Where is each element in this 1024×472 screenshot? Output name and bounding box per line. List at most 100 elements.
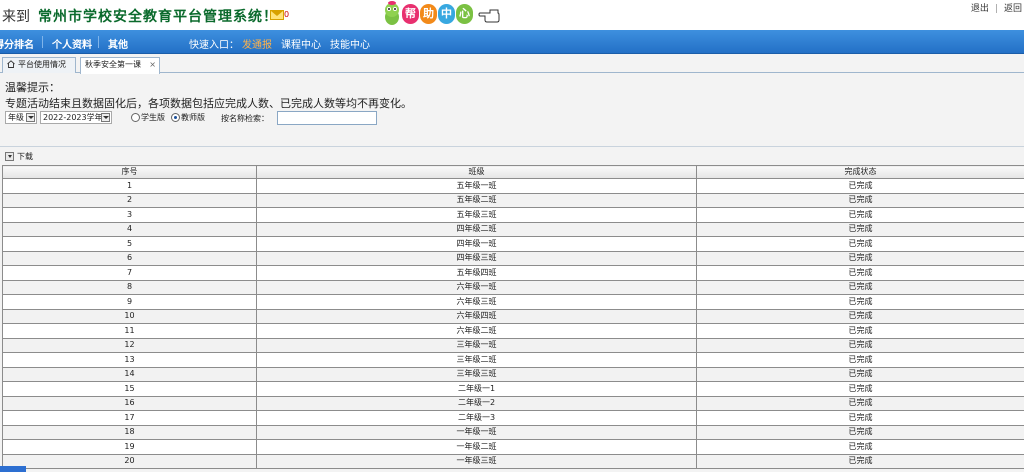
cell-status: 已完成 — [696, 265, 1024, 281]
tip-text: 专题活动结束且数据固化后，各项数据包括应完成人数、已完成人数等均不再变化。 — [5, 97, 412, 110]
grade-select[interactable]: 年级 — [5, 111, 37, 124]
cell-index: 8 — [2, 279, 257, 295]
nav-other[interactable]: 其他 — [108, 36, 128, 51]
cell-class: 五年级二班 — [256, 192, 697, 208]
cell-status: 已完成 — [696, 439, 1024, 455]
cell-index: 20 — [2, 453, 257, 469]
table-row[interactable]: 10 六年级四班 已完成 — [2, 308, 1024, 324]
table-row[interactable]: 16 二年级一2 已完成 — [2, 395, 1024, 411]
class-completion-table: 序号 班级 完成状态 1 五年级一班 已完成 2 五年级二班 已完成 3 五年级三班 已完成 4 四… — [2, 165, 1024, 469]
radio-teacher-version[interactable]: 教师版 — [171, 112, 205, 123]
pointing-hand-icon — [478, 9, 500, 23]
cell-status: 已完成 — [696, 308, 1024, 324]
radio-label: 教师版 — [181, 113, 205, 122]
cell-index: 4 — [2, 221, 257, 237]
cell-index: 3 — [2, 207, 257, 223]
taskbar-corner — [0, 466, 26, 472]
cell-status: 已完成 — [696, 294, 1024, 310]
tab-platform-usage[interactable]: 平台使用情况 — [2, 57, 76, 73]
name-search-input[interactable] — [277, 111, 377, 125]
system-name: 常州市学校安全教育平台管理系统！ — [38, 9, 278, 25]
quick-entry-label: 快速入口： — [189, 40, 239, 51]
cell-status: 已完成 — [696, 352, 1024, 368]
cell-status: 已完成 — [696, 236, 1024, 252]
help-center-button[interactable]: 帮 助 中 心 — [402, 4, 473, 26]
cell-status: 已完成 — [696, 178, 1024, 194]
table-row[interactable]: 6 四年级三班 已完成 — [2, 250, 1024, 266]
cell-class: 一年级一班 — [256, 424, 697, 440]
table-row[interactable]: 11 六年级二班 已完成 — [2, 323, 1024, 339]
column-header-class[interactable]: 班级 — [256, 165, 697, 179]
cell-class: 一年级二班 — [256, 439, 697, 455]
cell-index: 1 — [2, 178, 257, 194]
table-row[interactable]: 13 三年级二班 已完成 — [2, 352, 1024, 368]
cell-status: 已完成 — [696, 250, 1024, 266]
table-row[interactable]: 12 三年级一班 已完成 — [2, 337, 1024, 353]
cell-class: 五年级三班 — [256, 207, 697, 223]
table-row[interactable]: 14 三年级三班 已完成 — [2, 366, 1024, 382]
download-button[interactable]: 下载 — [5, 151, 33, 162]
cell-index: 6 — [2, 250, 257, 266]
download-icon — [5, 152, 14, 161]
table-row[interactable]: 1 五年级一班 已完成 — [2, 178, 1024, 194]
table-row[interactable]: 3 五年级三班 已完成 — [2, 207, 1024, 223]
year-select[interactable]: 2022-2023学年 — [40, 111, 112, 124]
mail-icon[interactable] — [270, 10, 284, 20]
radio-label: 学生版 — [141, 113, 165, 122]
cell-class: 三年级三班 — [256, 366, 697, 382]
quick-link-course-center[interactable]: 课程中心 — [281, 40, 321, 51]
nav-score-ranking[interactable]: 得分排名 — [0, 36, 34, 51]
quick-link-notice[interactable]: 发通报 — [242, 40, 272, 51]
main-nav: 得分排名 个人资料 其他 快速入口：发通报课程中心技能中心 — [0, 30, 1024, 54]
cell-status: 已完成 — [696, 453, 1024, 469]
table-row[interactable]: 20 一年级三班 已完成 — [2, 453, 1024, 469]
help-char: 助 — [420, 4, 437, 24]
cell-index: 17 — [2, 410, 257, 426]
cell-index: 7 — [2, 265, 257, 281]
chevron-down-icon[interactable] — [26, 113, 35, 122]
cell-class: 二年级一1 — [256, 381, 697, 397]
cell-status: 已完成 — [696, 337, 1024, 353]
cell-status: 已完成 — [696, 424, 1024, 440]
cell-class: 二年级一2 — [256, 395, 697, 411]
panel-divider — [0, 146, 1024, 147]
cell-index: 2 — [2, 192, 257, 208]
table-row[interactable]: 17 二年级一3 已完成 — [2, 410, 1024, 426]
tip-title: 温馨提示： — [5, 81, 60, 94]
table-row[interactable]: 8 六年级一班 已完成 — [2, 279, 1024, 295]
table-row[interactable]: 7 五年级四班 已完成 — [2, 265, 1024, 281]
cell-status: 已完成 — [696, 279, 1024, 295]
radio-student-version[interactable]: 学生版 — [131, 112, 165, 123]
cell-class: 四年级三班 — [256, 250, 697, 266]
chevron-down-icon[interactable] — [101, 113, 110, 122]
table-row[interactable]: 19 一年级二班 已完成 — [2, 439, 1024, 455]
cell-index: 13 — [2, 352, 257, 368]
cell-class: 四年级一班 — [256, 236, 697, 252]
help-char: 中 — [438, 4, 455, 24]
table-row[interactable]: 4 四年级二班 已完成 — [2, 221, 1024, 237]
cell-index: 9 — [2, 294, 257, 310]
nav-profile[interactable]: 个人资料 — [52, 36, 92, 51]
cell-class: 五年级一班 — [256, 178, 697, 194]
cell-class: 六年级四班 — [256, 308, 697, 324]
table-row[interactable]: 15 二年级一1 已完成 — [2, 381, 1024, 397]
table-row[interactable]: 18 一年级一班 已完成 — [2, 424, 1024, 440]
close-icon[interactable]: × — [149, 58, 156, 72]
cell-index: 16 — [2, 395, 257, 411]
search-label: 按名称检索： — [221, 114, 269, 123]
column-header-index[interactable]: 序号 — [2, 165, 257, 179]
cell-class: 六年级二班 — [256, 323, 697, 339]
quick-link-skill-center[interactable]: 技能中心 — [330, 40, 370, 51]
table-row[interactable]: 2 五年级二班 已完成 — [2, 192, 1024, 208]
radio-button-selected[interactable] — [171, 113, 180, 122]
cell-class: 三年级二班 — [256, 352, 697, 368]
tab-autumn-safety-lesson[interactable]: 秋季安全第一课 × — [80, 57, 160, 74]
logout-link[interactable]: 退出 — [971, 4, 989, 14]
table-row[interactable]: 5 四年级一班 已完成 — [2, 236, 1024, 252]
table-row[interactable]: 9 六年级三班 已完成 — [2, 294, 1024, 310]
help-mascot-icon[interactable] — [382, 1, 402, 27]
help-char: 心 — [456, 4, 473, 24]
column-header-status[interactable]: 完成状态 — [696, 165, 1024, 179]
return-link[interactable]: 返回 — [1004, 4, 1022, 14]
radio-button[interactable] — [131, 113, 140, 122]
